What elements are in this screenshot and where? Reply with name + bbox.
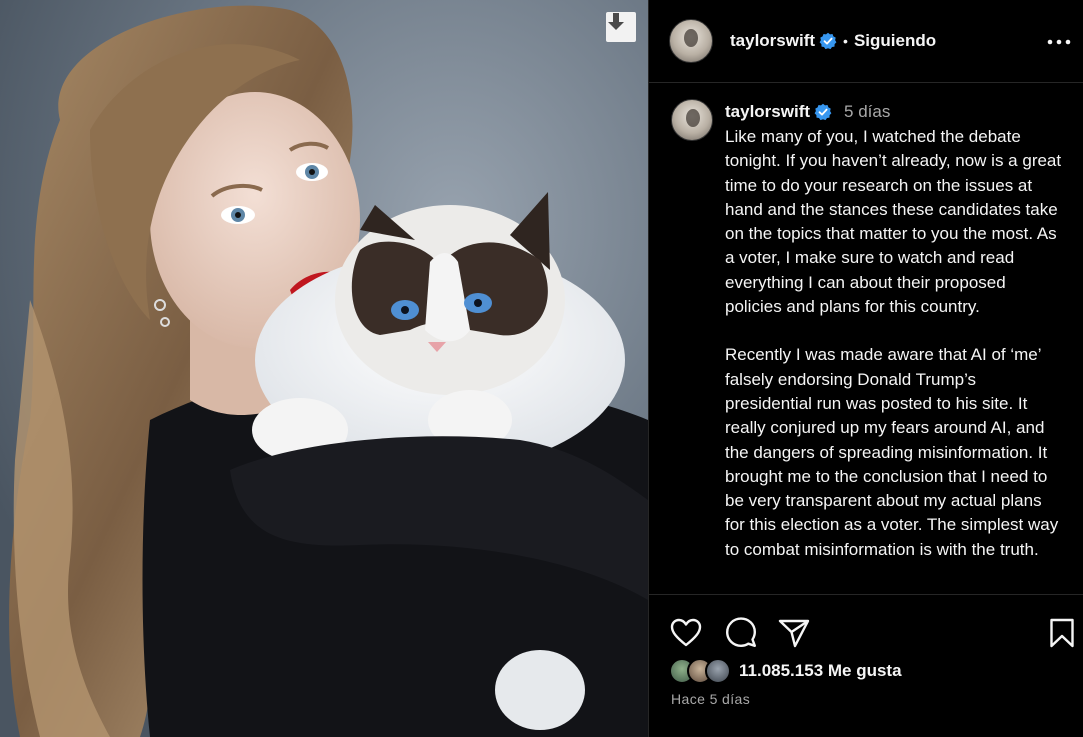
paper-plane-icon [778, 619, 810, 648]
comment-icon [726, 617, 756, 647]
save-button[interactable] [1045, 616, 1079, 650]
bookmark-icon [1050, 618, 1074, 648]
post-detail-panel: taylorswift • Siguiendo taylorswift 5 dí… [648, 0, 1083, 737]
caption-paragraph: Recently I was made aware that AI of ‘me… [725, 345, 1059, 559]
post-photo[interactable] [0, 0, 648, 737]
caption-body: taylorswift 5 días Like many of you, I w… [725, 100, 1065, 562]
separator-dot: • [843, 33, 848, 49]
caption-time[interactable]: 5 días [844, 102, 890, 122]
following-button[interactable]: Siguiendo [854, 31, 936, 51]
avatar[interactable] [669, 19, 713, 63]
caption-avatar[interactable] [671, 99, 713, 141]
post-header: taylorswift • Siguiendo [649, 0, 1083, 83]
caption-username[interactable]: taylorswift [725, 102, 810, 122]
action-bar: 11.085.153 Me gusta Hace 5 días [649, 594, 1083, 737]
caption-text: Like many of you, I watched the debate t… [725, 125, 1065, 562]
heart-icon [670, 618, 702, 647]
liker-avatar[interactable] [705, 658, 731, 684]
share-button[interactable] [777, 616, 811, 650]
verified-badge-icon [814, 103, 832, 121]
verified-badge-icon [819, 32, 837, 50]
like-button[interactable] [669, 616, 703, 650]
post-timestamp[interactable]: Hace 5 días [671, 691, 750, 707]
download-arrow-icon [608, 13, 624, 30]
caption-section[interactable]: taylorswift 5 días Like many of you, I w… [649, 84, 1083, 594]
more-options-button[interactable] [1046, 29, 1072, 55]
comment-button[interactable] [724, 616, 758, 650]
author-username[interactable]: taylorswift [730, 31, 815, 51]
caption-paragraph: Like many of you, I watched the debate t… [725, 127, 1062, 317]
more-options-icon [1047, 39, 1071, 45]
download-button[interactable] [606, 12, 636, 42]
caption-header: taylorswift 5 días [725, 100, 1065, 124]
post-photo-illustration [0, 0, 648, 737]
likes-count[interactable]: 11.085.153 Me gusta [739, 661, 902, 681]
likes-row: 11.085.153 Me gusta [669, 658, 902, 684]
